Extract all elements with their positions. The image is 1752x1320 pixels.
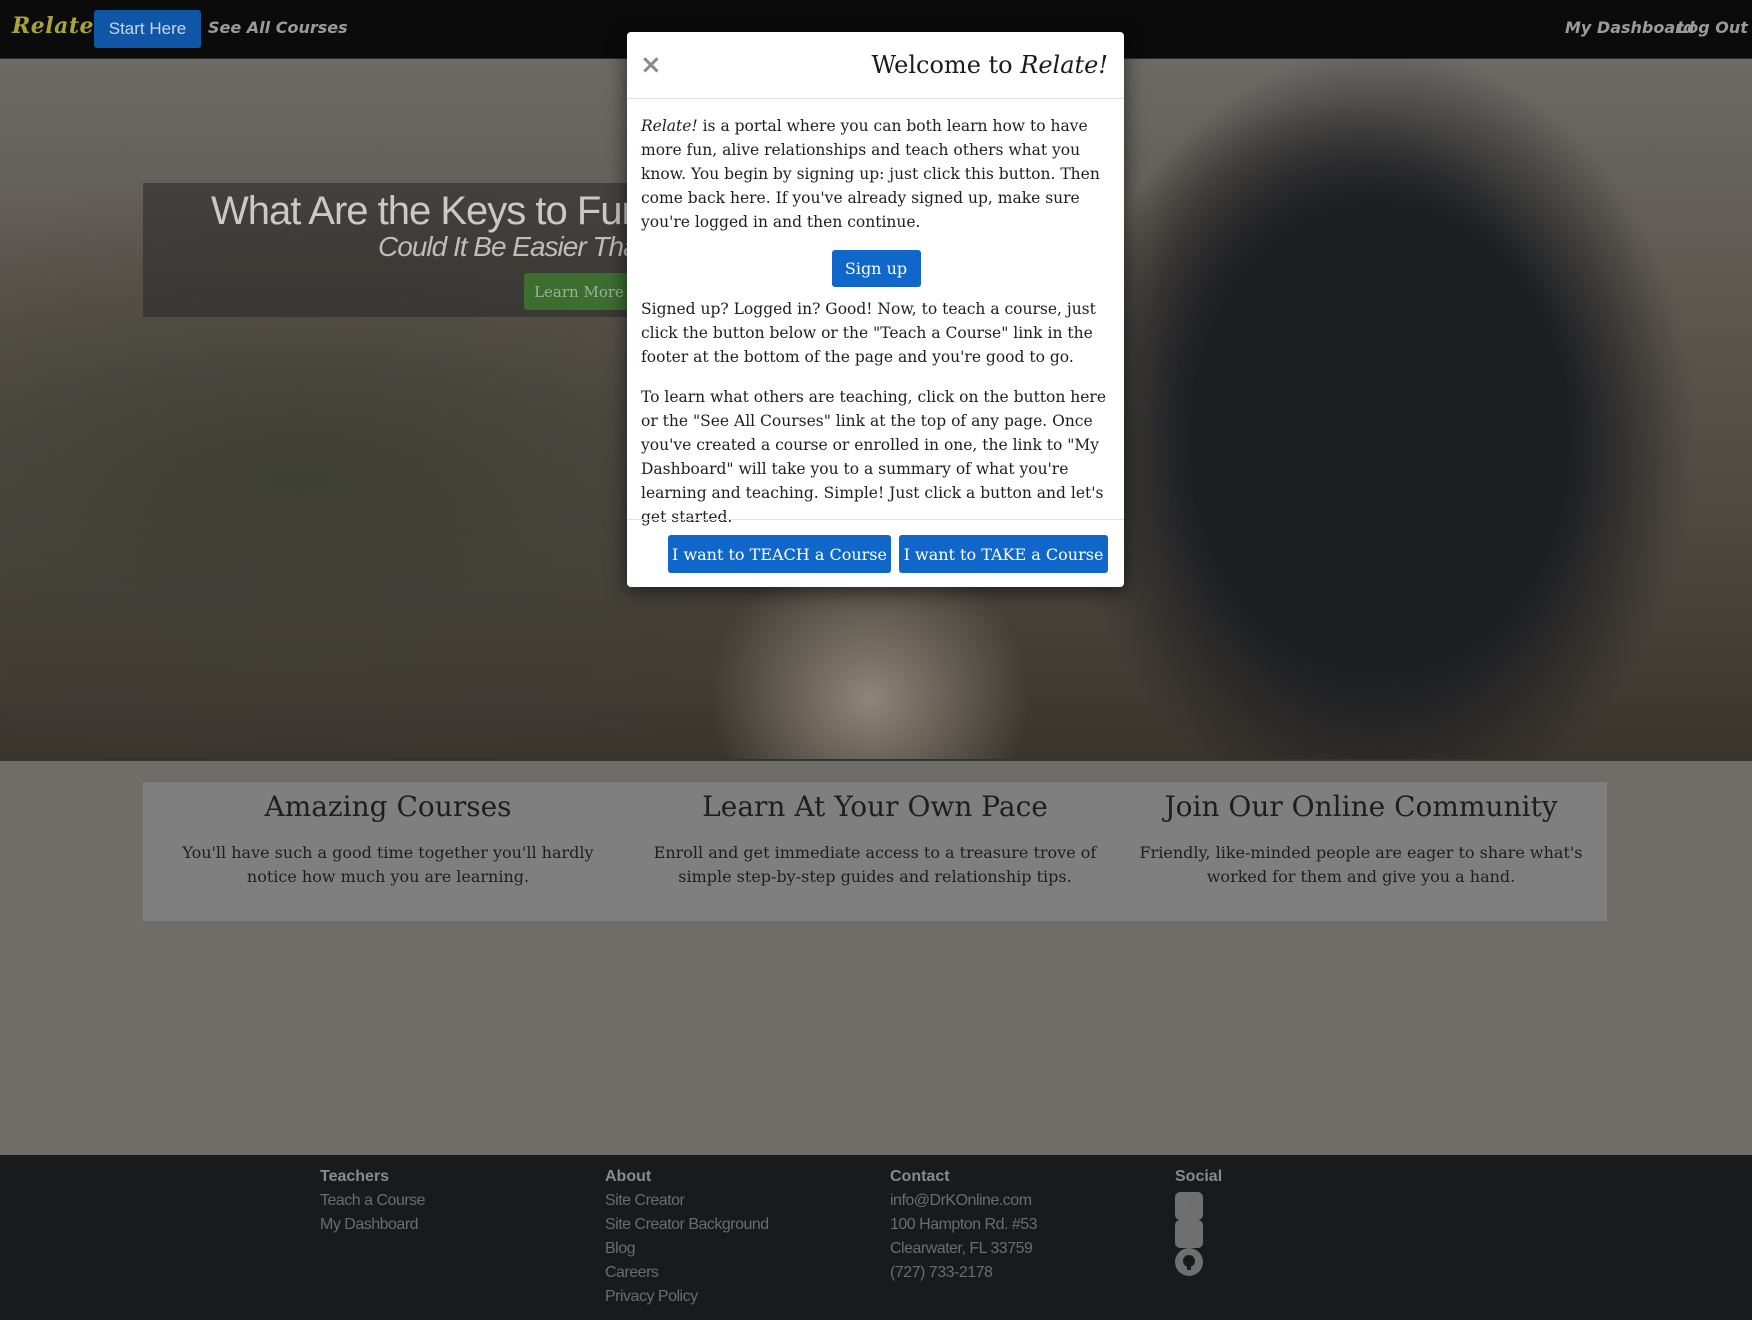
intro-brand: Relate! xyxy=(641,117,698,135)
learn-paragraph: To learn what others are teaching, click… xyxy=(641,388,1106,526)
intro-paragraph: Relate! is a portal where you can both l… xyxy=(641,114,1111,234)
modal-title-brand: Relate! xyxy=(1020,51,1108,79)
teach-course-button[interactable]: I want to TEACH a Course xyxy=(668,535,891,573)
close-icon[interactable]: × xyxy=(640,51,662,79)
modal-title: Welcome to Relate! xyxy=(871,51,1108,79)
welcome-modal: × Welcome to Relate! Relate! is a portal… xyxy=(627,32,1124,587)
modal-header: × Welcome to Relate! xyxy=(627,32,1124,99)
modal-title-prefix: Welcome to xyxy=(871,51,1021,79)
take-course-button[interactable]: I want to TAKE a Course xyxy=(899,535,1108,573)
teach-paragraph: Signed up? Logged in? Good! Now, to teac… xyxy=(641,300,1096,366)
sign-up-button[interactable]: Sign up xyxy=(831,250,921,287)
modal-body: Relate! is a portal where you can both l… xyxy=(641,114,1111,545)
modal-footer: I want to TEACH a Course I want to TAKE … xyxy=(627,519,1124,588)
intro-text: is a portal where you can both learn how… xyxy=(641,117,1100,231)
